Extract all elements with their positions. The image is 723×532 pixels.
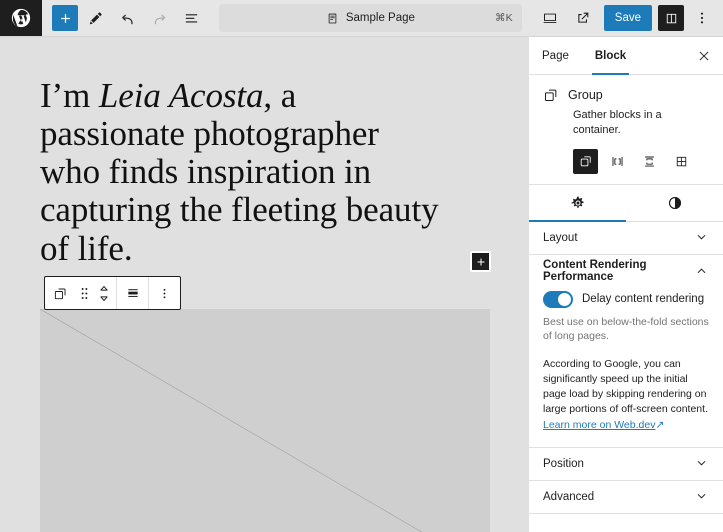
block-toolbar-group-1 xyxy=(45,277,116,309)
panel-layout-title: Layout xyxy=(543,232,578,244)
document-title: Sample Page xyxy=(346,12,415,24)
add-block-button[interactable] xyxy=(52,5,78,31)
image-placeholder-block[interactable] xyxy=(40,309,490,532)
performance-info-body: According to Google, you can significant… xyxy=(543,358,708,416)
page-icon xyxy=(326,12,339,25)
chevron-down-icon xyxy=(694,230,709,245)
top-bar-right-tools: Save xyxy=(535,3,723,33)
block-card-header: Group xyxy=(543,87,709,103)
block-toolbar-group-2 xyxy=(116,277,148,309)
web-dev-link[interactable]: Learn more on Web.dev xyxy=(543,419,655,431)
settings-panel-toggle[interactable] xyxy=(658,5,684,31)
settings-panels: Layout Content Rendering Performance xyxy=(529,222,723,532)
editor-canvas[interactable]: I’m Leia Acosta, a passionate photograph… xyxy=(0,37,528,532)
options-more-icon[interactable] xyxy=(687,3,717,33)
row-variation-button[interactable] xyxy=(605,149,630,174)
block-variations xyxy=(573,149,709,174)
delay-rendering-toggle[interactable] xyxy=(543,291,573,308)
external-arrow-icon: ↗ xyxy=(655,419,664,431)
tab-page[interactable]: Page xyxy=(529,37,582,74)
settings-sidebar: Page Block Group Gather blocks in a cont… xyxy=(528,36,723,532)
top-bar-left-tools xyxy=(42,3,206,33)
panel-advanced-title: Advanced xyxy=(543,491,594,503)
align-icon[interactable] xyxy=(119,277,146,309)
tab-block[interactable]: Block xyxy=(582,37,639,74)
block-card-description: Gather blocks in a container. xyxy=(573,108,709,138)
editor-canvas-wrapper: I’m Leia Acosta, a passionate photograph… xyxy=(0,36,528,532)
move-up-down-icon[interactable] xyxy=(94,277,114,309)
chevron-down-icon xyxy=(694,489,709,504)
panel-performance-header[interactable]: Content Rendering Performance xyxy=(529,255,723,287)
redo-button[interactable] xyxy=(144,3,174,33)
panel-position: Position xyxy=(529,448,723,481)
drag-handle-icon[interactable] xyxy=(74,277,94,309)
sidebar-tabs: Page Block xyxy=(529,37,723,75)
chevron-up-icon xyxy=(694,263,709,278)
wordpress-block-editor: Sample Page ⌘K Save xyxy=(0,0,723,532)
group-variation-button[interactable] xyxy=(573,149,598,174)
panel-layout-header[interactable]: Layout xyxy=(529,222,723,254)
block-inserter-button[interactable] xyxy=(470,251,491,272)
delay-rendering-row: Delay content rendering xyxy=(543,291,709,308)
delay-rendering-help: Best use on below-the-fold sections of l… xyxy=(543,315,709,344)
external-link-icon[interactable] xyxy=(568,3,598,33)
grid-variation-button[interactable] xyxy=(669,149,694,174)
heading-emphasis: Leia Acosta xyxy=(99,76,264,115)
wordpress-logo-icon[interactable] xyxy=(0,0,42,36)
styles-tab[interactable] xyxy=(626,185,723,221)
document-bar[interactable]: Sample Page ⌘K xyxy=(219,4,522,32)
panel-performance-body: Delay content rendering Best use on belo… xyxy=(529,287,723,447)
tools-pencil-icon[interactable] xyxy=(80,3,110,33)
group-block-icon xyxy=(543,87,559,103)
stack-variation-button[interactable] xyxy=(637,149,662,174)
delay-rendering-label: Delay content rendering xyxy=(582,293,704,305)
editor-body: I’m Leia Acosta, a passionate photograph… xyxy=(0,36,723,532)
save-button[interactable]: Save xyxy=(604,5,652,31)
document-overview-button[interactable] xyxy=(176,3,206,33)
settings-style-tabs xyxy=(529,185,723,222)
performance-info-text: According to Google, you can significant… xyxy=(543,357,709,433)
block-card-title: Group xyxy=(568,88,603,102)
editor-top-bar: Sample Page ⌘K Save xyxy=(0,0,723,36)
panel-content-rendering-performance: Content Rendering Performance Delay cont… xyxy=(529,255,723,448)
settings-tab[interactable] xyxy=(529,185,626,221)
block-options-more-icon[interactable] xyxy=(151,277,178,309)
chevron-down-icon xyxy=(694,456,709,471)
close-icon[interactable] xyxy=(685,37,723,74)
post-heading[interactable]: I’m Leia Acosta, a passionate photograph… xyxy=(40,77,440,268)
undo-button[interactable] xyxy=(112,3,142,33)
block-toolbar xyxy=(44,276,181,310)
toggle-knob xyxy=(558,293,571,306)
panel-advanced-header[interactable]: Advanced xyxy=(529,481,723,513)
command-shortcut: ⌘K xyxy=(495,12,513,24)
placeholder-diagonal-icon xyxy=(40,309,490,532)
panel-layout: Layout xyxy=(529,222,723,255)
block-info-card: Group Gather blocks in a container. xyxy=(529,75,723,185)
block-toolbar-group-3 xyxy=(148,277,180,309)
panel-position-header[interactable]: Position xyxy=(529,448,723,480)
panel-advanced: Advanced xyxy=(529,481,723,514)
panel-position-title: Position xyxy=(543,458,584,470)
heading-prefix: I’m xyxy=(40,76,99,115)
desktop-icon[interactable] xyxy=(535,3,565,33)
group-block-icon[interactable] xyxy=(47,277,74,309)
panel-performance-title: Content Rendering Performance xyxy=(543,259,694,283)
document-bar-region: Sample Page ⌘K xyxy=(206,0,535,36)
